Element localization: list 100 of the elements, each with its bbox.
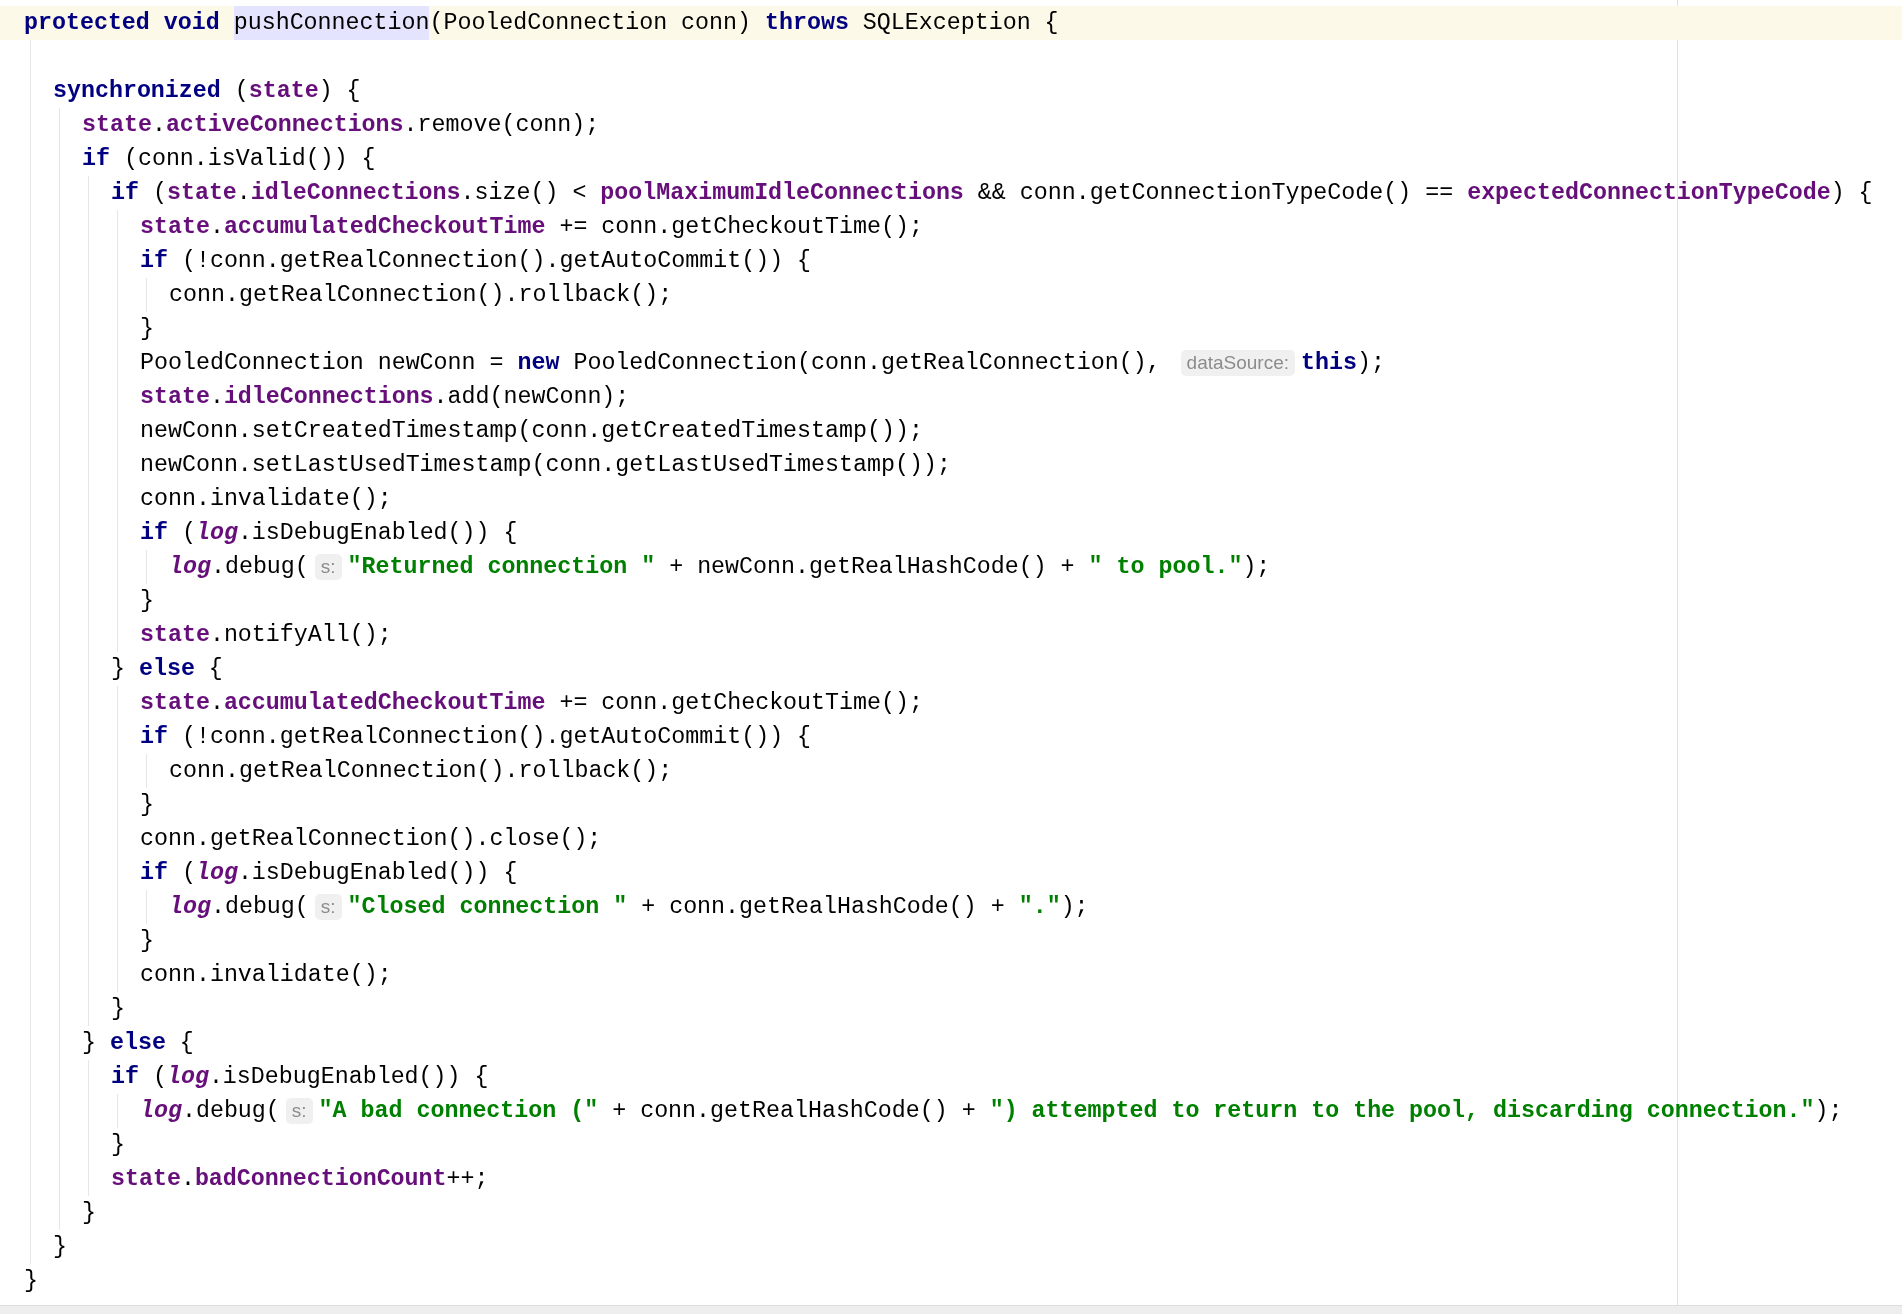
code-text: newConn.setLastUsedTimestamp(conn.getLastUsedTimestamp()); — [140, 451, 951, 480]
code-text: conn.getRealConnection().rollback(); — [169, 281, 673, 310]
code-text: } — [82, 1029, 97, 1058]
static-field-name: log — [169, 553, 211, 582]
code-text: ++; — [446, 1165, 489, 1194]
static-field-name: log — [195, 859, 238, 888]
code-text: . — [180, 1165, 195, 1194]
code-text: { — [178, 1029, 194, 1058]
code-text: .isDebugEnabled()) { — [237, 519, 518, 548]
code-text: . — [236, 179, 251, 208]
code-text: { — [207, 655, 223, 684]
code-text: . — [209, 689, 224, 718]
static-field-name: log — [140, 1097, 182, 1126]
code-text: ); — [1242, 553, 1271, 582]
field-name: state — [82, 111, 152, 140]
code-text: ( — [233, 77, 249, 106]
code-text: } — [111, 995, 125, 1024]
keyword: throws — [765, 9, 849, 38]
code-text: } — [140, 791, 154, 820]
field-name: state — [166, 179, 237, 208]
code-text: .remove(conn); — [403, 111, 600, 140]
code-text: . — [209, 213, 224, 242]
code-text: ( — [151, 1063, 167, 1092]
parameter-hint: s: — [314, 554, 342, 580]
field-name: state — [140, 689, 210, 718]
code-text: ); — [1356, 349, 1385, 378]
code-text: ( — [151, 179, 167, 208]
code-text: conn.invalidate(); — [140, 485, 392, 514]
field-name: state — [140, 383, 210, 412]
code-text: conn.getRealConnection().close(); — [140, 825, 602, 854]
code-text: . — [151, 111, 166, 140]
code-text: .size() < — [460, 179, 588, 208]
code-text: ); — [1814, 1097, 1843, 1126]
keyword: else — [109, 1029, 166, 1058]
parameter-hint: s: — [285, 1098, 313, 1124]
code-text: } — [111, 1131, 125, 1160]
code-text: ( — [180, 519, 196, 548]
code-text: } — [111, 655, 126, 684]
code-text: } — [140, 927, 154, 956]
string-literal: "." — [1018, 893, 1061, 922]
code-text: (PooledConnection conn) — [429, 9, 752, 38]
field-name: state — [248, 77, 319, 106]
code-text: + conn.getRealHashCode() + — [640, 893, 1006, 922]
field-name: accumulatedCheckoutTime — [223, 689, 546, 718]
code-text: ) { — [318, 77, 361, 106]
code-text: .debug( — [181, 1097, 280, 1126]
field-name: expectedConnectionTypeCode — [1467, 179, 1831, 208]
code-text: SQLException { — [861, 9, 1059, 38]
code-text: .add(newConn); — [433, 383, 630, 412]
highlighted-identifier: pushConnection — [233, 6, 430, 40]
code-text: .debug( — [210, 553, 309, 582]
keyword: if — [140, 519, 168, 548]
static-field-name: log — [169, 893, 211, 922]
code-text: .notifyAll(); — [209, 621, 392, 650]
string-literal: " to pool." — [1088, 553, 1243, 582]
keyword: if — [82, 145, 110, 174]
field-name: idleConnections — [250, 179, 461, 208]
keyword: if — [140, 247, 168, 276]
parameter-hint: s: — [314, 894, 342, 920]
static-field-name: log — [195, 519, 238, 548]
field-name: state — [111, 1165, 181, 1194]
keyword: if — [111, 1063, 139, 1092]
code-text: + newConn.getRealHashCode() + — [668, 553, 1076, 582]
keyword: if — [111, 179, 139, 208]
code-text: conn.invalidate(); — [140, 961, 392, 990]
keyword: if — [140, 859, 168, 888]
field-name: activeConnections — [165, 111, 404, 140]
string-literal: "A bad connection (" — [318, 1097, 599, 1126]
field-name: idleConnections — [223, 383, 434, 412]
code-text: .isDebugEnabled()) { — [208, 1063, 489, 1092]
code-text: ) { — [1830, 179, 1873, 208]
string-literal: "Returned connection " — [347, 553, 656, 582]
code-text: .debug( — [210, 893, 309, 922]
keyword: if — [140, 723, 168, 752]
code-text: } — [140, 587, 154, 616]
code-text: ( — [180, 859, 196, 888]
code-text: (conn.isValid()) { — [122, 145, 376, 174]
field-name: state — [140, 621, 210, 650]
code-text: += conn.getCheckoutTime(); — [558, 213, 923, 242]
code-text: newConn.setCreatedTimestamp(conn.getCreatedTimestamp()); — [140, 417, 923, 446]
code-text: (!conn.getRealConnection().getAutoCommit()) { — [180, 247, 812, 276]
keyword: synchronized — [53, 77, 221, 106]
keyword: else — [138, 655, 195, 684]
code-text: } — [24, 1267, 38, 1296]
code-text: && conn.getConnectionTypeCode() == — [976, 179, 1455, 208]
parameter-hint: dataSource: — [1180, 350, 1296, 376]
code-text: ); — [1060, 893, 1089, 922]
code-text: } — [140, 315, 154, 344]
code-text: } — [53, 1233, 67, 1262]
string-literal: "Closed connection " — [347, 893, 628, 922]
field-name: accumulatedCheckoutTime — [223, 213, 546, 242]
field-name: state — [140, 213, 210, 242]
code-text: PooledConnection(conn.getRealConnection(), — [572, 349, 1162, 378]
static-field-name: log — [166, 1063, 209, 1092]
field-name: poolMaximumIdleConnections — [600, 179, 964, 208]
code-text: .isDebugEnabled()) { — [237, 859, 518, 888]
code-text: + conn.getRealHashCode() + — [611, 1097, 977, 1126]
field-name: badConnectionCount — [194, 1165, 447, 1194]
code-text: } — [82, 1199, 96, 1228]
code-text: (!conn.getRealConnection().getAutoCommit()) { — [180, 723, 812, 752]
